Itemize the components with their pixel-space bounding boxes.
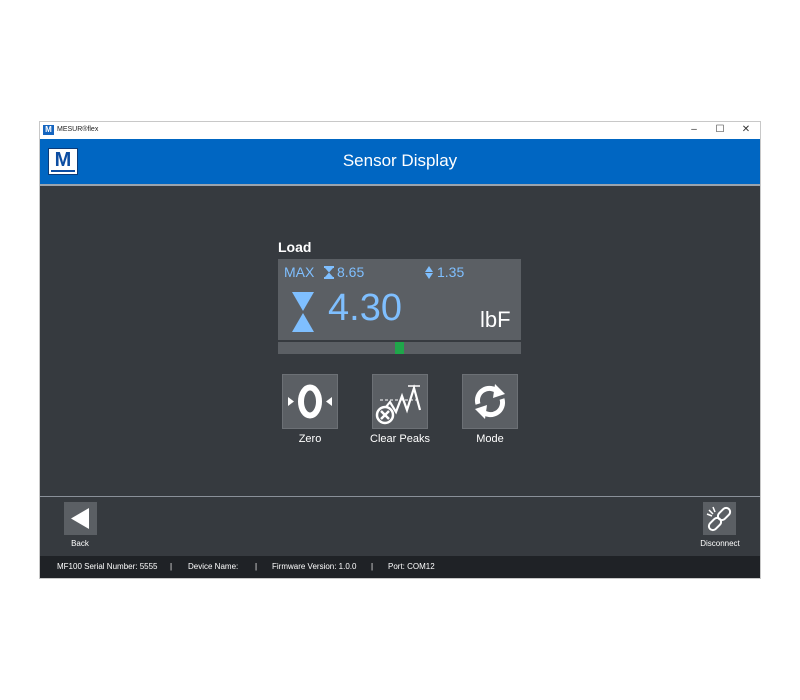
app-title: MESUR®flex [57,126,99,133]
close-button[interactable]: ✕ [734,123,758,137]
header-bar: M Sensor Display [40,139,760,184]
broken-link-icon [706,506,732,532]
minimize-button[interactable]: – [682,123,706,137]
refresh-icon [474,384,506,419]
port: Port: COM12 [388,562,435,571]
maximize-button[interactable]: ☐ [708,123,732,137]
clear-peaks-icon [375,384,422,425]
app-window: M MESUR®flex – ☐ ✕ M Sensor Display Load… [40,122,760,578]
zero-icon [288,384,332,419]
max-label: MAX [284,264,315,280]
page-title: Sensor Display [342,151,458,170]
mode-button[interactable] [462,374,518,429]
disconnect-label: Disconnect [700,539,740,548]
peak-hourglass-icon [324,266,334,279]
unit-label: lbF [480,307,511,332]
footer-divider [40,496,760,497]
sensor-readout-panel: MAX 8.65 1.35 4.30 lbF [278,259,521,340]
load-indicator-bar [278,342,521,354]
device-name: Device Name: [188,562,239,571]
status-separator: | [255,562,258,571]
status-separator: | [371,562,374,571]
tension-compression-icon [425,266,433,279]
zero-button[interactable] [282,374,338,429]
back-label: Back [71,539,89,548]
back-button[interactable] [64,502,97,535]
firmware-version: Firmware Version: 1.0.0 [272,562,357,571]
status-separator: | [170,562,173,571]
title-bar: M MESUR®flex – ☐ ✕ [40,122,760,139]
min-value: 1.35 [437,264,465,280]
clear-peaks-label: Clear Peaks [370,433,430,445]
disconnect-button[interactable] [703,502,736,535]
load-indicator-marker [395,342,404,354]
serial-number: MF100 Serial Number: 5555 [57,562,158,571]
header-divider [40,184,760,186]
clear-peaks-button[interactable] [372,374,428,429]
back-arrow-icon [71,508,89,529]
mode-label: Mode [476,433,504,445]
current-reading: 4.30 [328,287,402,329]
peak-hourglass-large-icon [292,292,314,332]
app-logo-icon: M [43,125,54,135]
max-value: 8.65 [337,264,365,280]
sensor-label: Load [278,239,312,255]
zero-label: Zero [298,433,322,445]
status-bar: MF100 Serial Number: 5555 | Device Name:… [40,556,760,578]
